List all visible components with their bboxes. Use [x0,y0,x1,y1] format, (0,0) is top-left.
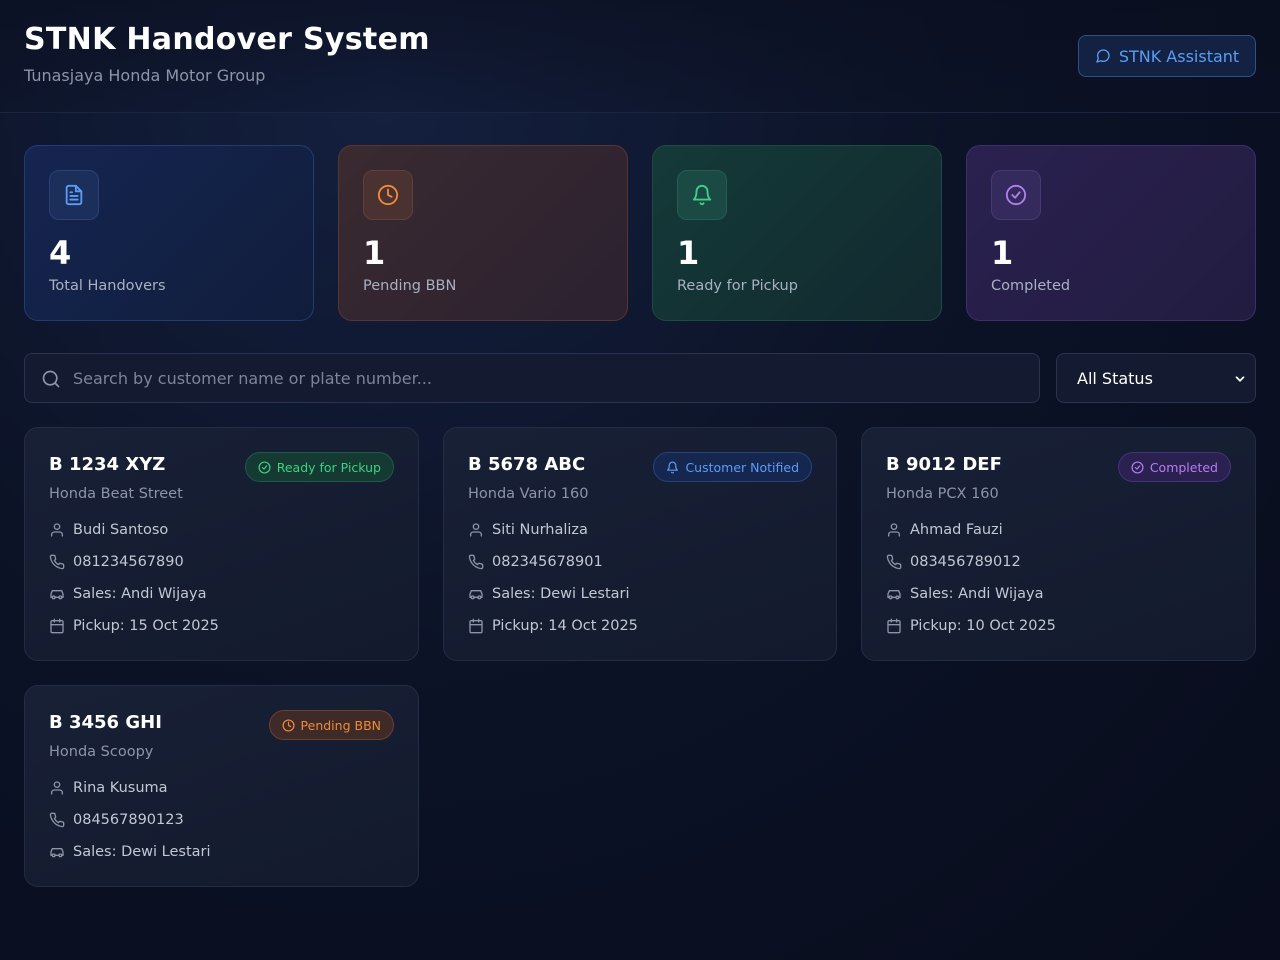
car-icon [50,848,64,858]
phone-row: 081234567890 [49,554,184,570]
chat-bubble-icon [1096,49,1110,63]
check-circle-icon [258,460,271,474]
stat-card-total-handovers: 4 Total Handovers [24,145,314,321]
stat-card-pending-bbn: 1 Pending BBN [338,145,628,321]
status-badge: Customer Notified [653,452,812,482]
vehicle-model: Honda Scoopy [49,744,154,760]
status-badge-label: Pending BBN [300,717,381,733]
sales-row: Sales: Andi Wijaya [49,586,206,602]
check-circle-icon [991,170,1041,220]
pickup-row: Pickup: 10 Oct 2025 [886,618,1056,634]
document-icon [49,170,99,220]
sales-row: Sales: Dewi Lestari [468,586,630,602]
customer-name: Rina Kusuma [73,780,168,796]
handover-card[interactable]: B 3456 GHI Honda Scoopy Pending BBN Rina… [24,685,419,887]
calendar-icon [50,618,64,634]
stat-value: 4 [49,234,72,272]
user-icon [470,523,482,537]
stat-value: 1 [677,234,700,272]
clock-icon [282,718,295,732]
clock-icon [363,170,413,220]
pickup-row: Pickup: 15 Oct 2025 [49,618,219,634]
phone-row: 084567890123 [49,812,184,828]
plate-number: B 9012 DEF [886,454,1002,475]
app-subtitle: Tunasjaya Honda Motor Group [24,66,266,85]
plate-number: B 3456 GHI [49,712,162,733]
phone-icon [468,554,484,570]
app-title: STNK Handover System [24,22,430,57]
sales-person: Sales: Andi Wijaya [910,586,1044,602]
handover-card[interactable]: B 5678 ABC Honda Vario 160 Customer Noti… [443,427,837,661]
status-badge-label: Ready for Pickup [276,459,381,475]
sales-row: Sales: Andi Wijaya [886,586,1043,602]
stnk-assistant-label: STNK Assistant [1118,46,1240,66]
bell-icon [667,461,679,473]
stat-card-completed: 1 Completed [966,145,1256,321]
customer-phone: 081234567890 [73,554,184,570]
status-filter-value: All Status [1077,368,1153,388]
app-header: STNK Handover System Tunasjaya Honda Mot… [0,0,1280,113]
calendar-icon [887,618,901,634]
status-badge: Ready for Pickup [244,452,394,482]
stnk-assistant-button[interactable]: STNK Assistant [1078,35,1256,77]
chevron-down-icon [1235,376,1245,382]
search-icon [42,370,60,388]
customer-phone: 082345678901 [492,554,603,570]
vehicle-model: Honda PCX 160 [886,486,999,502]
phone-row: 082345678901 [468,554,603,570]
sales-person: Sales: Andi Wijaya [73,586,207,602]
pickup-row: Pickup: 14 Oct 2025 [468,618,638,634]
stat-card-ready-for-pickup: 1 Ready for Pickup [652,145,942,321]
customer-row: Budi Santoso [49,522,168,538]
search-box [24,353,1040,403]
stat-label: Ready for Pickup [677,278,798,294]
stat-label: Total Handovers [49,278,166,294]
phone-row: 083456789012 [886,554,1021,570]
phone-icon [49,554,65,570]
customer-row: Siti Nurhaliza [468,522,588,538]
calendar-icon [469,618,483,634]
search-input[interactable] [73,354,1023,402]
plate-number: B 5678 ABC [468,454,586,475]
status-badge: Completed [1117,452,1231,482]
customer-row: Ahmad Fauzi [886,522,1003,538]
sales-row: Sales: Dewi Lestari [49,844,211,860]
customer-phone: 084567890123 [73,812,184,828]
car-icon [50,590,64,600]
handover-card[interactable]: B 9012 DEF Honda PCX 160 Completed Ahmad… [861,427,1256,661]
phone-icon [49,812,65,828]
vehicle-model: Honda Beat Street [49,486,183,502]
stat-label: Pending BBN [363,278,457,294]
customer-name: Budi Santoso [73,522,169,538]
customer-name: Ahmad Fauzi [910,522,1003,538]
sales-person: Sales: Dewi Lestari [73,844,211,860]
plate-number: B 1234 XYZ [49,454,166,475]
customer-row: Rina Kusuma [49,780,168,796]
stat-value: 1 [991,234,1014,272]
pickup-date: Pickup: 14 Oct 2025 [492,618,638,634]
stat-value: 1 [363,234,386,272]
check-circle-icon [1131,460,1144,474]
status-badge-label: Customer Notified [685,459,799,475]
status-badge: Pending BBN [268,710,394,740]
phone-icon [886,554,902,570]
pickup-date: Pickup: 15 Oct 2025 [73,618,219,634]
bell-icon [677,170,727,220]
pickup-date: Pickup: 10 Oct 2025 [910,618,1056,634]
car-icon [469,590,483,600]
stat-label: Completed [991,278,1071,294]
status-badge-label: Completed [1149,459,1218,475]
user-icon [888,523,900,537]
status-filter-select[interactable]: All Status [1056,353,1256,403]
sales-person: Sales: Dewi Lestari [492,586,630,602]
customer-phone: 083456789012 [910,554,1021,570]
vehicle-model: Honda Vario 160 [468,486,589,502]
user-icon [51,781,63,795]
customer-name: Siti Nurhaliza [492,522,588,538]
car-icon [887,590,901,600]
handover-card[interactable]: B 1234 XYZ Honda Beat Street Ready for P… [24,427,419,661]
user-icon [51,523,63,537]
